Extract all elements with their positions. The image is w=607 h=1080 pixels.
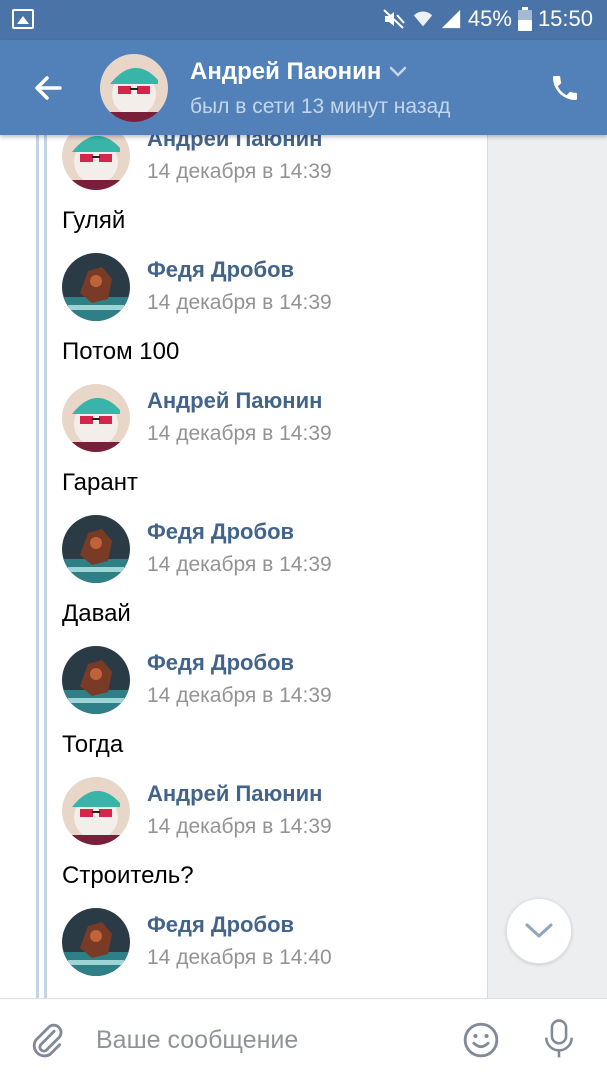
- message-time: 14 декабря в 14:39: [147, 291, 332, 314]
- wifi-icon: [413, 11, 433, 27]
- microphone-icon[interactable]: [542, 1017, 576, 1061]
- header-avatar[interactable]: [100, 54, 168, 122]
- message-text: Тогда: [62, 731, 124, 758]
- signal-icon: [441, 9, 461, 29]
- sender-name[interactable]: Андрей Паюнин: [147, 781, 322, 807]
- avatar[interactable]: [62, 908, 130, 976]
- avatar[interactable]: [62, 777, 130, 845]
- chat-title-text: Андрей Паюнин: [190, 58, 382, 85]
- sender-name[interactable]: Федя Дробов: [147, 650, 294, 676]
- sender-name[interactable]: Федя Дробов: [147, 912, 294, 938]
- chat-content[interactable]: Андрей Паюнин 14 декабря в 14:39 Гуляй Ф…: [0, 135, 607, 998]
- attach-icon[interactable]: [28, 1021, 66, 1059]
- message-header: Федя Дробов 14 декабря в 14:40: [62, 908, 482, 978]
- avatar[interactable]: [62, 384, 130, 452]
- message-text: Гарант: [62, 469, 138, 496]
- avatar[interactable]: [62, 646, 130, 714]
- message-time: 14 декабря в 14:40: [147, 946, 332, 969]
- forward-indicator-line: [44, 135, 47, 998]
- battery-percent: 45%: [467, 6, 512, 31]
- message-header: Федя Дробов 14 декабря в 14:39: [62, 515, 482, 585]
- chat-title[interactable]: Андрей Паюнин: [190, 58, 407, 86]
- chevron-down-icon: [525, 923, 553, 938]
- message-time: 14 декабря в 14:39: [147, 422, 332, 445]
- forwarded-messages-panel: Андрей Паюнин 14 декабря в 14:39 Гуляй Ф…: [0, 135, 488, 998]
- chevron-down-icon[interactable]: [389, 66, 407, 78]
- sender-name[interactable]: Федя Дробов: [147, 519, 294, 545]
- sender-name[interactable]: Андрей Паюнин: [147, 135, 322, 152]
- message-text: Гуляй: [62, 207, 126, 234]
- battery-icon: [517, 7, 532, 31]
- message-input[interactable]: Ваше сообщение: [96, 1026, 298, 1055]
- message-text: Строитель?: [62, 862, 194, 889]
- clock: 15:50: [537, 6, 593, 31]
- avatar[interactable]: [62, 253, 130, 321]
- phone-icon[interactable]: [549, 72, 581, 104]
- message-header: Федя Дробов 14 декабря в 14:39: [62, 253, 482, 323]
- message-input-bar: Ваше сообщение: [0, 998, 607, 1080]
- sender-name[interactable]: Андрей Паюнин: [147, 388, 322, 414]
- image-notification-icon: [12, 9, 34, 29]
- emoji-icon[interactable]: [462, 1021, 500, 1059]
- message-time: 14 декабря в 14:39: [147, 815, 332, 838]
- avatar[interactable]: [62, 135, 130, 190]
- chat-header: Андрей Паюнин был в сети 13 минут назад: [0, 40, 607, 135]
- message-header: Андрей Паюнин 14 декабря в 14:39: [62, 777, 482, 847]
- status-bar: 45% 15:50: [0, 0, 607, 40]
- mute-icon: [383, 9, 405, 29]
- message-text: Давай: [62, 600, 131, 627]
- message-header: Андрей Паюнин 14 декабря в 14:39: [62, 384, 482, 454]
- last-seen-status: был в сети 13 минут назад: [190, 95, 451, 118]
- message-time: 14 декабря в 14:39: [147, 684, 332, 707]
- message-header: Андрей Паюнин 14 декабря в 14:39: [62, 135, 482, 192]
- forward-indicator-line: [36, 135, 39, 998]
- avatar[interactable]: [62, 515, 130, 583]
- message-header: Федя Дробов 14 декабря в 14:39: [62, 646, 482, 716]
- scroll-down-button[interactable]: [506, 898, 572, 964]
- back-arrow-icon[interactable]: [30, 70, 66, 106]
- sender-name[interactable]: Федя Дробов: [147, 257, 294, 283]
- message-time: 14 декабря в 14:39: [147, 160, 332, 183]
- message-time: 14 декабря в 14:39: [147, 553, 332, 576]
- message-text: Потом 100: [62, 338, 180, 365]
